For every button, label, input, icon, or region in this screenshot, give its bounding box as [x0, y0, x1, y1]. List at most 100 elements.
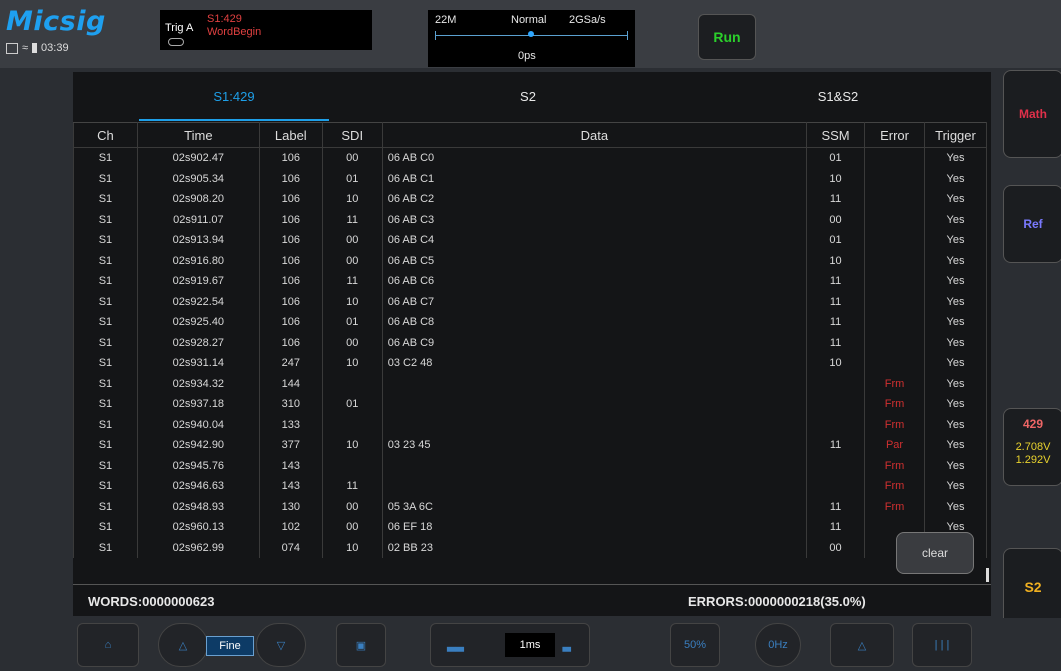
table-row[interactable]: S1 02s913.94 106 00 06 AB C4 01 Yes: [73, 230, 988, 251]
table-row[interactable]: S1 02s960.13 102 00 06 EF 18 11 Yes: [73, 517, 988, 538]
table-cell: 06 AB C1: [381, 168, 808, 189]
trigger-label: Trig A: [165, 22, 194, 34]
table-row[interactable]: S1 02s946.63 143 11 Frm Yes: [73, 476, 988, 497]
table-cell: [381, 394, 808, 415]
table-cell: Yes: [923, 147, 988, 169]
table-row[interactable]: S1 02s948.93 130 00 05 3A 6C 11 Frm Yes: [73, 496, 988, 517]
table-cell: [864, 147, 925, 169]
table-row[interactable]: S1 02s931.14 247 10 03 C2 48 10 Yes: [73, 353, 988, 374]
table-cell: 02s937.18: [136, 394, 260, 415]
table-row[interactable]: S1 02s905.34 106 01 06 AB C1 10 Yes: [73, 168, 988, 189]
s2-threshold-high: 2.708V: [1015, 441, 1051, 453]
table-row[interactable]: S102s962.990741002 BB 2300Yes: [73, 537, 988, 558]
scale-up-button[interactable]: △: [158, 623, 208, 667]
table-cell: Yes: [923, 230, 988, 251]
table-cell: S1: [73, 189, 138, 210]
table-cell: Yes: [923, 209, 988, 230]
table-cell: 02s942.90: [136, 435, 260, 456]
table-cell: 02s934.32: [136, 373, 260, 394]
table-cell: 10: [321, 189, 383, 210]
table-cell: 102: [258, 517, 323, 538]
clock: 03:39: [41, 42, 69, 54]
sample-rate: 2GSa/s: [569, 14, 606, 26]
table-cell: 02s948.93: [136, 496, 260, 517]
timebase-value: 1ms: [505, 633, 555, 657]
table-cell: S1: [73, 353, 138, 374]
table-row[interactable]: S1 02s922.54 106 10 06 AB C7 11 Yes: [73, 291, 988, 312]
table-cell: 06 AB C7: [381, 291, 808, 312]
math-button[interactable]: Math: [1003, 70, 1061, 158]
table-cell: 11: [321, 209, 383, 230]
table-cell: Yes: [923, 168, 988, 189]
clear-button[interactable]: clear: [896, 532, 974, 574]
run-stop-button[interactable]: Run: [698, 14, 756, 60]
table-row[interactable]: S1 02s902.47 106 00 06 AB C0 01 Yes: [73, 147, 988, 169]
table-cell: 00: [806, 537, 866, 558]
table-cell: [806, 476, 866, 497]
trigger-position-marker[interactable]: [528, 31, 534, 37]
tab-s1-s2[interactable]: S1&S2: [743, 72, 933, 122]
table-cell: [864, 332, 925, 353]
table-cell: [806, 455, 866, 476]
table-cell: Frm: [864, 496, 925, 517]
table-row[interactable]: S1 02s937.18 310 01 Frm Yes: [73, 394, 988, 415]
scale-down-button[interactable]: ▽: [256, 623, 306, 667]
cursor-button[interactable]: △: [830, 623, 894, 667]
table-row[interactable]: S1 02s928.27 106 00 06 AB C9 11 Yes: [73, 332, 988, 353]
triangle-up-icon: △: [178, 639, 188, 652]
s2-button[interactable]: S2: [1003, 548, 1061, 626]
tab-s2[interactable]: S2: [433, 72, 623, 122]
table-row[interactable]: S1 02s911.07 106 11 06 AB C3 00 Yes: [73, 209, 988, 230]
table-row[interactable]: S1 02s934.32 144 Frm Yes: [73, 373, 988, 394]
wide-pulse-icon: ▃▃: [447, 639, 464, 652]
tab-s1[interactable]: S1:429: [139, 72, 329, 122]
table-cell: S1: [73, 537, 138, 558]
trigger-panel[interactable]: Trig A S1:429 WordBegin: [160, 10, 372, 50]
fine-toggle[interactable]: Fine: [206, 636, 254, 656]
table-row[interactable]: S1 02s916.80 106 00 06 AB C5 10 Yes: [73, 250, 988, 271]
table-cell: S1: [73, 517, 138, 538]
table-cell: 06 AB C0: [381, 147, 808, 169]
table-cell: Yes: [923, 250, 988, 271]
table-row[interactable]: S1 02s940.04 133 Frm Yes: [73, 414, 988, 435]
table-cell: 00: [806, 209, 866, 230]
timeline-start: [435, 31, 436, 40]
table-cell: S1: [73, 435, 138, 456]
brand-logo: Micsig: [6, 6, 106, 37]
table-cell: 106: [258, 250, 323, 271]
table-cell: S1: [73, 250, 138, 271]
home-button[interactable]: ⌂: [77, 623, 139, 667]
save-button[interactable]: ▣: [336, 623, 386, 667]
trigger-50-button[interactable]: 50%: [670, 623, 720, 667]
table-cell: [864, 209, 925, 230]
wifi-icon: ≈: [22, 42, 29, 54]
timeline-end: [627, 31, 628, 40]
menu-button[interactable]: | | |: [912, 623, 972, 667]
s2-channel-info[interactable]: 429 2.708V 1.292V: [1003, 408, 1061, 486]
table-cell: 02 BB 23: [381, 537, 808, 558]
table-cell: 00: [321, 230, 383, 251]
table-cell: 143: [258, 455, 323, 476]
table-row[interactable]: S1 02s942.90 377 10 03 23 45 11 Par Yes: [73, 435, 988, 456]
cursor-icon: △: [857, 639, 867, 652]
table-row[interactable]: S1 02s908.20 106 10 06 AB C2 11 Yes: [73, 189, 988, 210]
trigger-edge-icon: [168, 38, 184, 46]
table-cell: 06 AB C4: [381, 230, 808, 251]
ref-button[interactable]: Ref: [1003, 185, 1061, 263]
table-cell: 02s905.34: [136, 168, 260, 189]
table-row[interactable]: S1 02s945.76 143 Frm Yes: [73, 455, 988, 476]
table-cell: Frm: [864, 455, 925, 476]
table-row[interactable]: S1 02s925.40 106 01 06 AB C8 11 Yes: [73, 312, 988, 333]
table-cell: 10: [321, 537, 383, 558]
table-scrollbar[interactable]: [986, 568, 989, 582]
decode-tabs: S1:429 S2 S1&S2: [73, 72, 991, 122]
memory-depth: 22M: [435, 14, 457, 26]
table-cell: 00: [321, 517, 383, 538]
header-ssm: SSM: [806, 122, 866, 148]
zero-button[interactable]: 0Hz: [755, 623, 801, 667]
table-cell: 02s962.99: [136, 537, 260, 558]
acquire-mode: Normal: [511, 14, 547, 26]
table-cell: S1: [73, 271, 138, 292]
table-row[interactable]: S1 02s919.67 106 11 06 AB C6 11 Yes: [73, 271, 988, 292]
acquisition-panel[interactable]: 22M Normal 2GSa/s 0ps: [428, 10, 635, 67]
